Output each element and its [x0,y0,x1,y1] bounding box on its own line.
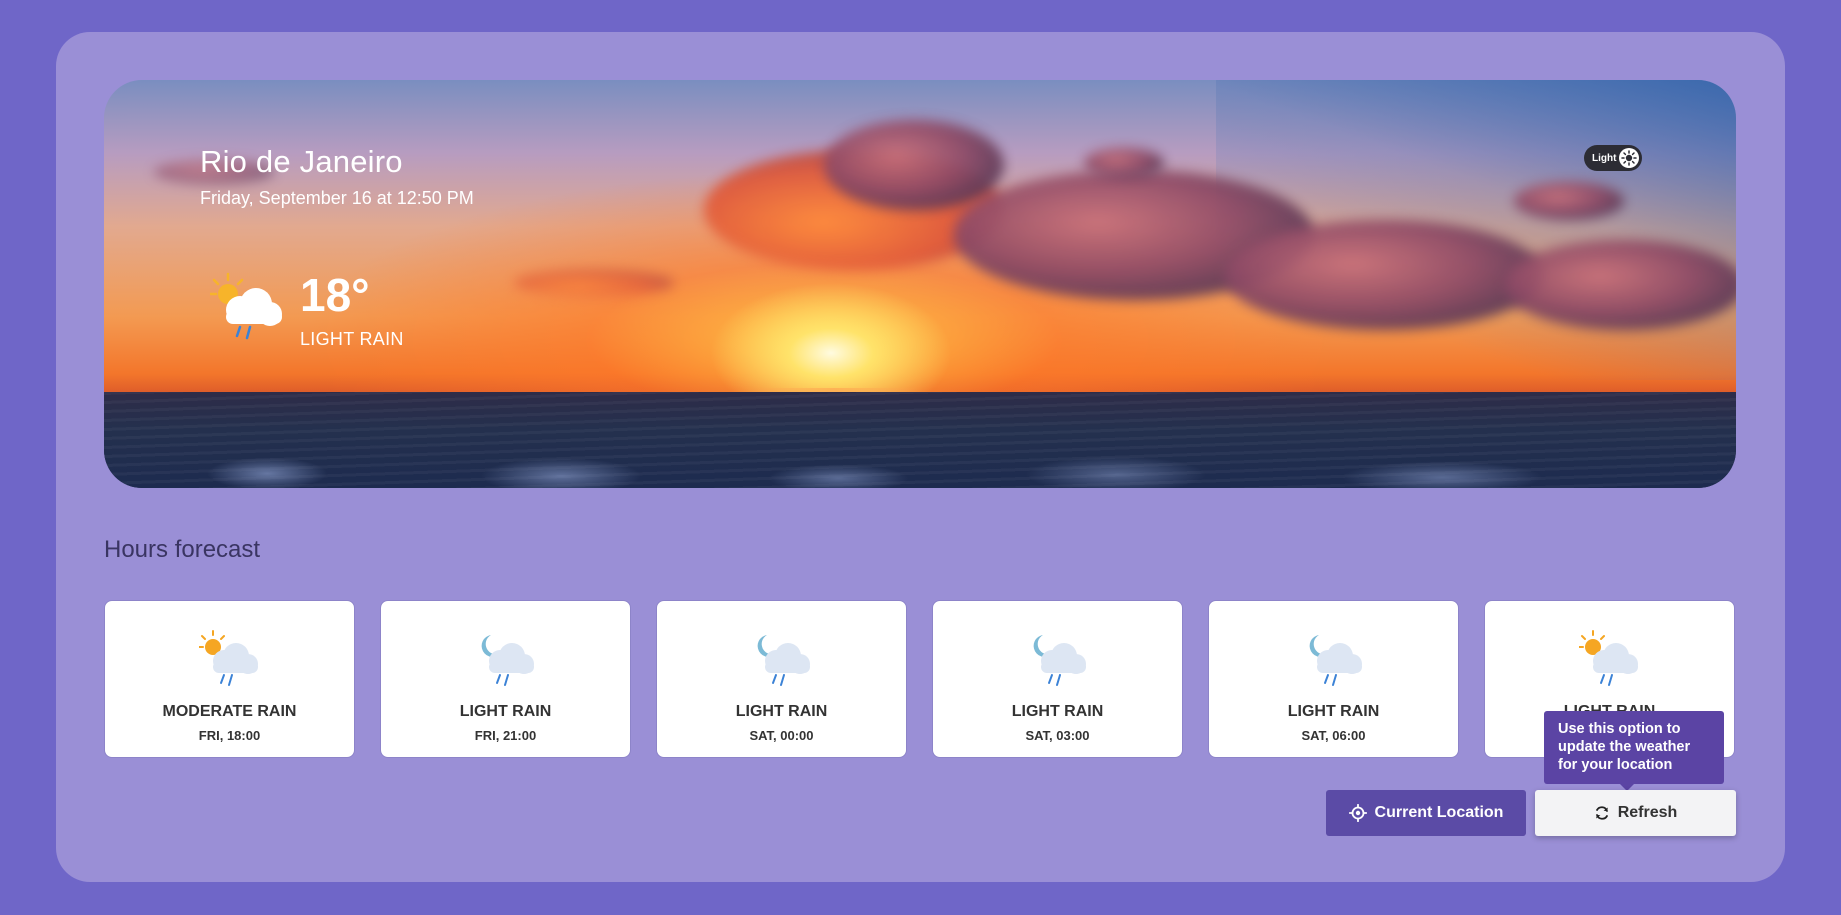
cloud [824,120,1004,210]
forecast-time: FRI, 18:00 [198,728,261,743]
forecast-condition: LIGHT RAIN [735,703,828,720]
cloud [1504,240,1736,330]
forecast-time: SAT, 03:00 [1025,728,1090,743]
forecast-condition: LIGHT RAIN [459,703,552,720]
forecast-condition: LIGHT RAIN [1287,703,1380,720]
forecast-card: LIGHT RAIN SAT, 06:00 [1208,600,1459,758]
current-temperature: 18° [300,269,370,321]
crosshair-icon [1348,804,1367,822]
hours-forecast-title: Hours forecast [104,536,261,563]
moon-cloud-rain-icon [1033,635,1086,686]
cloud [1084,148,1164,178]
sun-icon [1619,148,1639,168]
current-location-label: Current Location [1374,804,1504,821]
hero-banner: Rio de Janeiro Friday, September 16 at 1… [104,80,1736,488]
weather-card: Rio de Janeiro Friday, September 16 at 1… [56,32,1785,882]
theme-toggle[interactable]: Light [1584,145,1642,171]
hours-forecast-list: MODERATE RAIN FRI, 18:00 LIGHT RAIN FRI,… [104,600,1736,758]
forecast-card: MODERATE RAIN FRI, 18:00 [104,600,355,758]
forecast-condition: LIGHT RAIN [1011,703,1104,720]
current-condition: LIGHT RAIN [300,329,404,349]
forecast-card: LIGHT RAIN SAT, 03:00 [932,600,1183,758]
sun-cloud-rain-icon [1579,630,1638,686]
forecast-card: LIGHT RAIN SAT, 00:00 [656,600,907,758]
refresh-button[interactable]: Refresh [1535,790,1736,836]
theme-toggle-label: Light [1592,152,1617,164]
sun-cloud-rain-icon [210,272,282,340]
moon-cloud-rain-icon [757,635,810,686]
cloud [1224,220,1544,330]
refresh-tooltip: Use this option to update the weather fo… [1544,711,1724,791]
forecast-condition: MODERATE RAIN [162,703,297,720]
current-location-button[interactable]: Current Location [1326,790,1526,836]
current-date: Friday, September 16 at 12:50 PM [200,188,474,208]
wave-foam [104,440,1736,488]
sun-cloud-rain-icon [199,630,258,686]
moon-cloud-rain-icon [1309,635,1362,686]
city-name: Rio de Janeiro [200,144,403,179]
moon-cloud-rain-icon [481,635,534,686]
cloud [514,270,674,296]
refresh-icon [1595,806,1608,820]
forecast-time: SAT, 00:00 [749,728,814,743]
forecast-time: FRI, 21:00 [474,728,537,743]
refresh-label: Refresh [1617,804,1678,821]
cloud [1514,182,1624,220]
forecast-time: SAT, 06:00 [1301,728,1366,743]
forecast-card: LIGHT RAIN FRI, 21:00 [380,600,631,758]
